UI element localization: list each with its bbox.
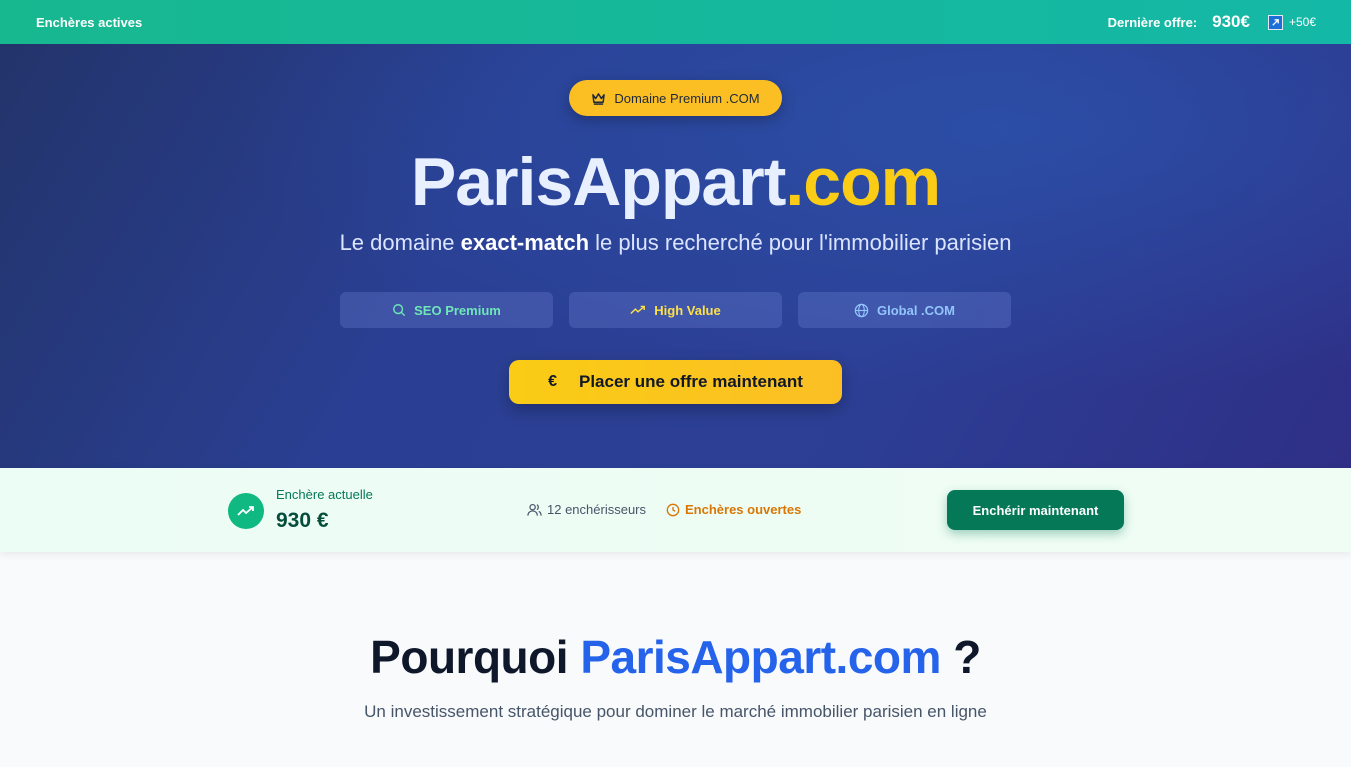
- status-label: Enchères ouvertes: [685, 502, 802, 517]
- premium-badge: Domaine Premium .COM: [569, 80, 782, 116]
- hero-subtitle: Le domaine exact-match le plus recherché…: [0, 230, 1351, 256]
- bidders-label: 12 enchérisseurs: [547, 502, 646, 517]
- trending-up-icon: [630, 305, 646, 315]
- why-subtitle: Un investissement stratégique pour domin…: [364, 702, 987, 721]
- pill-global-com: Global .COM: [798, 292, 1011, 328]
- subtitle-part: le plus recherché pour l'immobilier pari…: [589, 230, 1012, 255]
- pill-label: High Value: [654, 302, 721, 318]
- users-icon: [527, 503, 542, 516]
- place-offer-button[interactable]: € Placer une offre maintenant: [509, 360, 842, 404]
- pill-high-value: High Value: [569, 292, 782, 328]
- cta-label: Placer une offre maintenant: [579, 372, 803, 391]
- last-offer-label: Dernière offre:: [1107, 14, 1198, 30]
- pill-label: Global .COM: [877, 302, 955, 318]
- top-status-bar: Enchères actives Dernière offre: 930€ +5…: [0, 0, 1351, 44]
- domain-name: ParisAppart: [410, 144, 786, 220]
- domain-tld: .com: [785, 144, 941, 220]
- globe-icon: [854, 303, 869, 317]
- pill-seo-premium: SEO Premium: [340, 292, 553, 328]
- bid-now-button[interactable]: Enchérir maintenant: [947, 490, 1124, 530]
- search-icon: [393, 304, 406, 317]
- pill-label: SEO Premium: [414, 302, 501, 318]
- euro-icon: €: [548, 373, 557, 390]
- trending-up-icon: [228, 493, 264, 529]
- why-heading-part: ?: [940, 631, 981, 683]
- auction-status: Enchères actives: [36, 14, 143, 30]
- trending-up-icon: [1267, 14, 1283, 30]
- domain-title: ParisAppart.com: [0, 140, 1351, 224]
- clock-icon: [666, 503, 680, 516]
- subtitle-part: Le domaine: [339, 230, 461, 255]
- current-bid-value: 930 €: [276, 509, 329, 532]
- why-heading: Pourquoi ParisAppart.com ?: [0, 630, 1351, 684]
- badge-label: Domaine Premium .COM: [614, 90, 760, 106]
- feature-pills: SEO Premium High Value Global .COM: [340, 292, 1011, 328]
- why-heading-part: Pourquoi: [370, 631, 581, 683]
- bidders-count: 12 enchérisseurs: [527, 502, 646, 517]
- last-offer-value: 930€: [1212, 12, 1250, 31]
- subtitle-emphasis: exact-match: [460, 230, 590, 255]
- auction-open-status: Enchères ouvertes: [666, 502, 801, 517]
- last-offer: Dernière offre: 930€ +50€: [1108, 12, 1316, 32]
- auction-bar: Enchère actuelle 930 € 12 enchérisseurs …: [0, 468, 1351, 552]
- why-heading-brand: ParisAppart.com: [580, 631, 941, 683]
- crown-icon: [592, 92, 606, 105]
- bid-increment: +50€: [1288, 15, 1316, 29]
- current-bid-label: Enchère actuelle: [276, 487, 373, 502]
- hero-section: Domaine Premium .COM ParisAppart.com Le …: [0, 44, 1351, 468]
